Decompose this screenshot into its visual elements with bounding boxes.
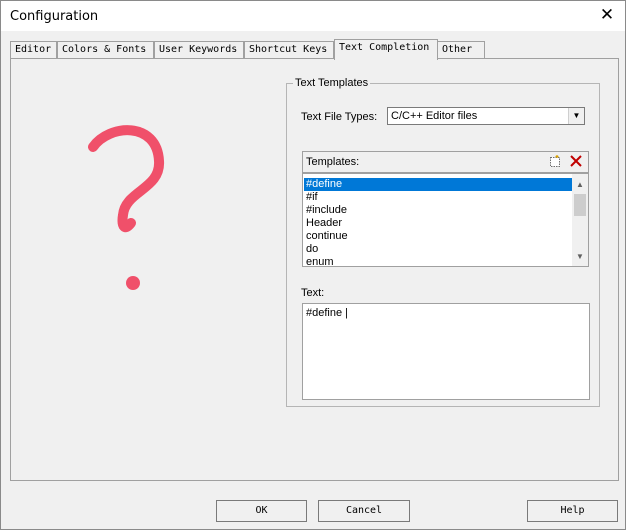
question-mark-icon — [88, 125, 164, 290]
new-document-icon[interactable] — [547, 154, 563, 170]
scroll-up-icon[interactable]: ▲ — [572, 178, 588, 192]
list-item[interactable]: #define — [304, 178, 574, 191]
tab-user-keywords[interactable]: User Keywords — [154, 41, 244, 59]
templates-scrollbar[interactable]: ▲ ▼ — [572, 174, 588, 266]
cancel-button[interactable]: Cancel — [318, 500, 410, 522]
scroll-down-icon[interactable]: ▼ — [572, 250, 588, 264]
file-types-label: Text File Types: — [301, 111, 378, 123]
list-item[interactable]: do — [304, 243, 574, 256]
template-text-editor[interactable]: #define | — [302, 303, 590, 400]
ok-button[interactable]: OK — [216, 500, 307, 522]
templates-list[interactable]: #define #if #include Header continue do … — [302, 173, 589, 267]
tab-other[interactable]: Other — [437, 41, 485, 59]
close-icon[interactable]: ✕ — [599, 6, 615, 24]
templates-header: Templates: — [302, 151, 589, 173]
file-types-select[interactable]: C/C++ Editor files ▼ — [387, 107, 585, 125]
list-item[interactable]: Header — [304, 217, 574, 230]
delete-x-icon[interactable] — [568, 154, 584, 170]
text-label: Text: — [301, 287, 325, 299]
configuration-window: Configuration ✕ Editor Colors & Fonts Us… — [0, 0, 626, 530]
window-title: Configuration — [10, 9, 99, 24]
tab-colors-fonts[interactable]: Colors & Fonts — [57, 41, 154, 59]
list-item[interactable]: continue — [304, 230, 574, 243]
tab-shortcut-keys[interactable]: Shortcut Keys — [244, 41, 334, 59]
list-item[interactable]: enum — [304, 256, 574, 266]
list-item[interactable]: #include — [304, 204, 574, 217]
file-types-value: C/C++ Editor files — [391, 110, 478, 122]
scrollbar-thumb[interactable] — [574, 194, 586, 216]
template-text-value: #define | — [306, 307, 349, 319]
list-item[interactable]: #if — [304, 191, 574, 204]
title-bar: Configuration ✕ — [1, 1, 625, 31]
tab-editor[interactable]: Editor — [10, 41, 57, 59]
chevron-down-icon[interactable]: ▼ — [568, 108, 584, 124]
group-title: Text Templates — [295, 77, 369, 89]
tab-text-completion[interactable]: Text Completion — [334, 39, 438, 60]
templates-label: Templates: — [306, 156, 360, 168]
help-button[interactable]: Help — [527, 500, 618, 522]
